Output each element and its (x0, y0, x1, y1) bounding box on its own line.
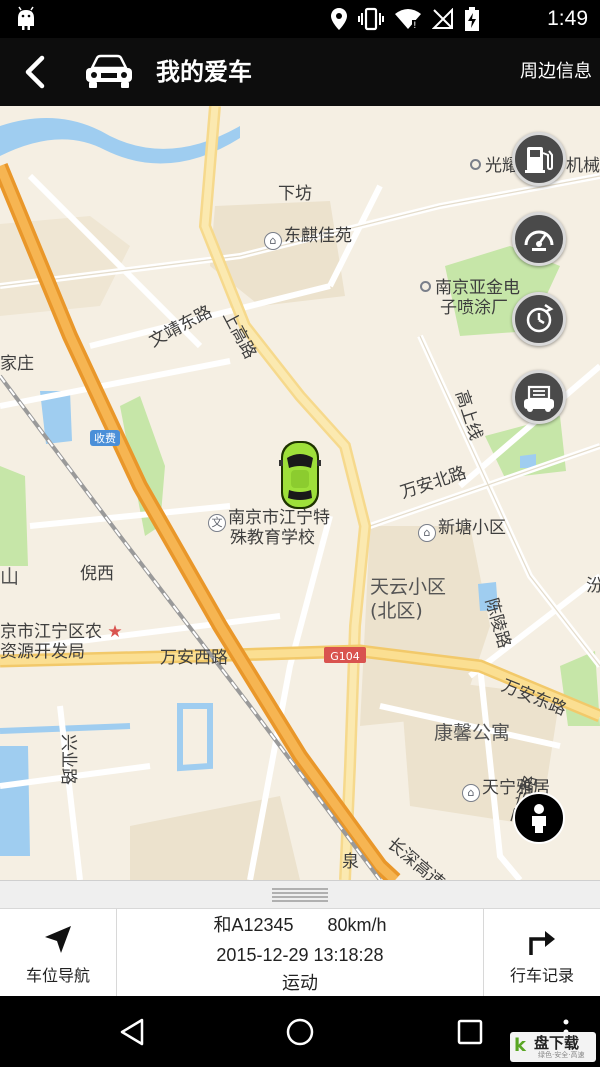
watermark-mark: k (514, 1035, 526, 1056)
watermark-sub: 绿色·安全·高速 (538, 1051, 585, 1059)
watermark-brand: 盘下载 (534, 1034, 580, 1052)
vehicle-speed: 80km/h (327, 915, 387, 935)
home-circle-icon[interactable] (284, 1016, 316, 1048)
page-title: 我的爱车 (156, 58, 252, 86)
g104-shield-text: G104 (330, 650, 360, 663)
maintenance-reminder-button[interactable] (512, 292, 566, 346)
recents-square-icon[interactable] (454, 1016, 486, 1048)
residential-poi-icon: ⌂ (462, 784, 480, 802)
clock-refresh-icon (526, 303, 554, 333)
android-notification-icon (18, 6, 34, 30)
turn-right-arrow-icon (529, 931, 555, 955)
car-document-icon (524, 385, 554, 412)
nearby-info-button[interactable]: 周边信息 (520, 60, 592, 84)
watermark-logo: k 盘下载 绿色·安全·高速 (510, 1032, 596, 1062)
car-navigation-button[interactable]: 车位导航 (0, 909, 117, 997)
school-poi-icon: 文 (208, 514, 226, 532)
plate-speed-line: 和A12345 80km/h (117, 913, 483, 937)
svg-text:!: ! (413, 21, 417, 30)
map-label-tianyun: 天云小区 (370, 576, 447, 598)
vehicle-report-button[interactable] (512, 370, 566, 424)
navigation-arrow-icon (45, 926, 71, 953)
poi-dot-icon (470, 159, 481, 170)
driving-record-label: 行车记录 (509, 966, 574, 985)
map-view[interactable]: G104 收费 下坊 ⌂东麒佳苑 光耀 机械厂 南京亚金电 子喷涂厂 文靖东路 … (0, 106, 600, 880)
motion-state: 运动 (282, 973, 318, 993)
residential-poi-icon: ⌂ (264, 232, 282, 250)
map-label-jixie: 机械厂 (566, 156, 600, 176)
grip-icon (272, 888, 328, 902)
status-bar: ! 1:49 (0, 0, 600, 38)
map-label-quan: 泉 (342, 852, 359, 872)
map-label-xiafang: 下坊 (278, 184, 312, 204)
map-label-yajin: 南京亚金电 (420, 278, 520, 298)
my-location-button[interactable] (513, 792, 565, 844)
drawer-handle[interactable] (0, 880, 600, 908)
no-signal-icon (432, 8, 453, 29)
government-star-icon: ★ (107, 622, 123, 642)
car-navigation-label: 车位导航 (25, 966, 90, 985)
gas-station-button[interactable] (512, 132, 566, 186)
back-arrow-icon[interactable] (16, 52, 56, 92)
map-label-xingye-road: 兴业路 (58, 734, 78, 785)
location-icon (331, 8, 347, 30)
residential-poi-icon: ⌂ (418, 524, 436, 542)
app-header: 我的爱车 周边信息 (0, 38, 600, 106)
driving-record-button[interactable]: 行车记录 (483, 909, 600, 997)
map-label-fen: 汾 (586, 576, 600, 596)
vibrate-icon (358, 7, 384, 31)
toll-badge-text: 收费 (94, 431, 116, 445)
plate-number: 和A12345 (213, 915, 294, 935)
vehicle-info-panel: 车位导航 和A12345 80km/h 2015-12-29 13:18:28 运… (0, 908, 600, 997)
map-label-jiazhuang: 家庄 (0, 354, 34, 374)
map-label-nixi: 倪西 (80, 564, 114, 584)
map-label-xintang: ⌂ 新塘小区 (418, 518, 506, 542)
wifi-icon: ! (395, 9, 421, 30)
vehicle-status: 和A12345 80km/h 2015-12-29 13:18:28 运动 (117, 909, 483, 997)
gas-pump-icon (525, 147, 553, 173)
map-label-school-2: 殊教育学校 (230, 528, 315, 548)
map-label-kangxin: 康馨公寓 (434, 722, 511, 744)
map-label-donglin: ⌂ 东麒佳苑 (264, 226, 352, 250)
map-label-yajin-2: 子喷涂厂 (440, 298, 508, 318)
dashboard-button[interactable] (512, 212, 566, 266)
speedometer-icon (524, 230, 554, 251)
status-time: 1:49 (547, 7, 588, 30)
poi-dot-icon (420, 281, 431, 292)
map-label-jiangning: 京市江宁区农 ★ (0, 622, 123, 642)
person-icon (532, 804, 546, 833)
battery-charging-icon (465, 7, 479, 31)
system-navigation-bar: k 盘下载 绿色·安全·高速 (0, 996, 600, 1067)
map-label-tianyun-2: (北区) (370, 600, 423, 622)
screen: ! 1:49 我的爱车 周边信息 G104 收费 下坊 ⌂ 东麒佳苑 光耀 机械… (0, 0, 600, 1067)
back-triangle-icon[interactable] (116, 1016, 148, 1048)
map-label-shan: 山 (0, 566, 20, 588)
map-label-jiangning-2: 资源开发局 (0, 642, 85, 662)
map-label-wanan-west-road: 万安西路 (160, 648, 228, 668)
car-icon (86, 54, 132, 88)
car-location-marker[interactable] (278, 438, 322, 512)
update-datetime: 2015-12-29 13:18:28 (216, 945, 384, 965)
